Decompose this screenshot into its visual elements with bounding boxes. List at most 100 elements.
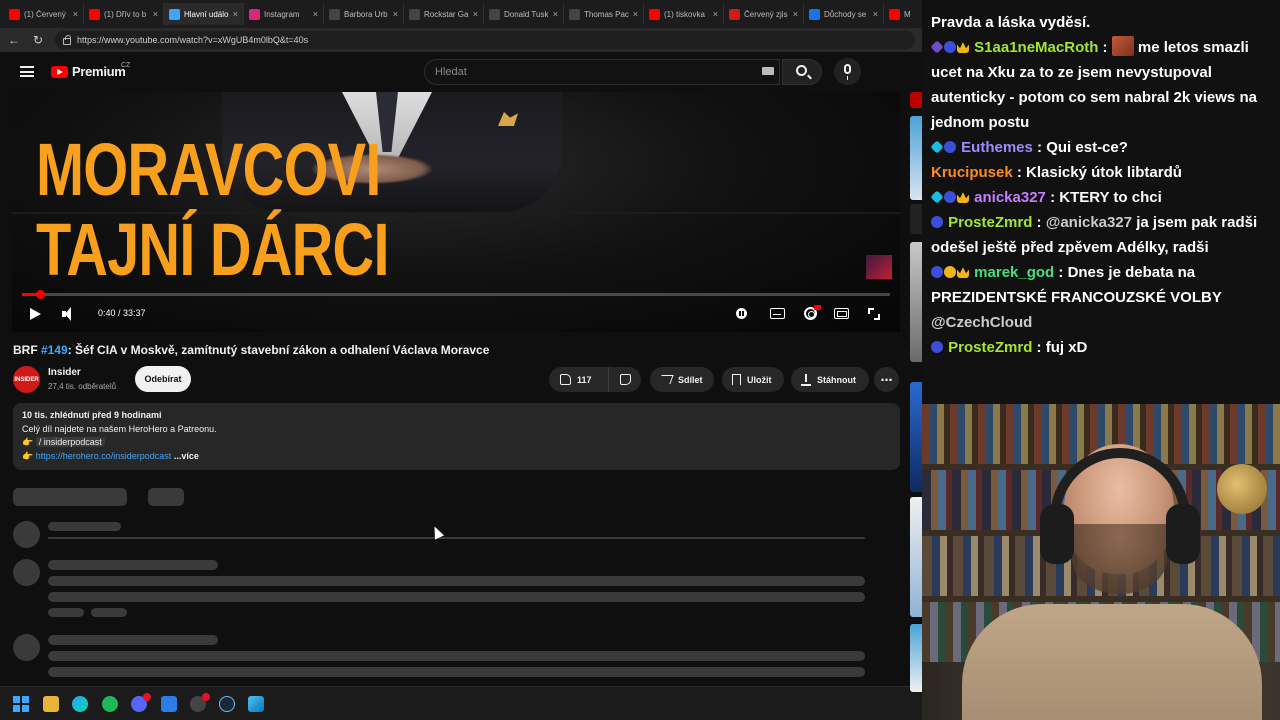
discord-icon[interactable] — [131, 693, 151, 712]
chat-emote-icon — [1111, 36, 1134, 56]
chat-username[interactable]: ProsteZmrd — [948, 339, 1032, 356]
end-screen-thumbnail[interactable] — [866, 255, 892, 279]
tab-close-icon[interactable]: × — [233, 9, 238, 19]
show-more-link[interactable]: ...více — [174, 451, 199, 461]
edge-browser-icon[interactable] — [72, 696, 88, 712]
skeleton-placeholder — [48, 522, 121, 531]
sub-badge-icon — [944, 41, 956, 53]
youtube-icon — [89, 8, 100, 20]
menu-icon[interactable] — [20, 66, 34, 77]
reload-icon[interactable]: ↻ — [31, 33, 45, 47]
progress-scrubber[interactable] — [36, 290, 45, 299]
sub-badge-icon — [931, 266, 943, 278]
tab-close-icon[interactable]: × — [313, 9, 318, 19]
browser-tab[interactable]: M× — [884, 3, 922, 25]
spotify-icon[interactable] — [102, 696, 118, 712]
herohero-link[interactable]: https://herohero.co/insiderpodcast — [36, 451, 172, 461]
obs-icon[interactable] — [190, 693, 210, 712]
youtube-play-icon — [51, 65, 68, 78]
skeleton-avatar — [13, 521, 40, 548]
volume-icon[interactable] — [62, 307, 74, 321]
chat-username[interactable]: marek_god — [974, 264, 1054, 281]
share-button[interactable]: Sdílet — [650, 367, 714, 392]
subscribe-button[interactable]: Odebírat — [135, 366, 191, 392]
chat-text: Pravda a láska vyděsí. — [931, 14, 1091, 31]
autoplay-toggle-icon[interactable] — [736, 308, 747, 319]
browser-tab[interactable]: Instagram × — [244, 3, 324, 25]
site-info-icon[interactable] — [63, 34, 71, 45]
steam-icon[interactable] — [219, 696, 235, 712]
browser-tab[interactable]: (1) Červený × — [4, 3, 84, 25]
description-box[interactable]: 10 tis. zhlédnutí před 9 hodinami Celý d… — [13, 403, 900, 470]
chat-text: KTERY to chci — [1059, 189, 1162, 206]
browser-tab[interactable]: Důchody se × — [804, 3, 884, 25]
tab-close-icon[interactable]: × — [473, 9, 478, 19]
description-line: Celý díl najdete na našem HeroHero a Pat… — [22, 423, 217, 434]
keyboard-icon[interactable] — [762, 67, 774, 75]
skeleton-avatar — [13, 634, 40, 661]
hd-badge — [814, 305, 821, 310]
file-explorer-icon[interactable] — [43, 696, 59, 712]
skeleton-placeholder — [91, 608, 127, 617]
browser-tab[interactable]: (1) tiskovka × — [644, 3, 724, 25]
tab-label: (1) Dřív to b — [104, 9, 147, 19]
like-button[interactable]: 117 — [549, 367, 609, 392]
description-line: 👉 / insiderpodcast — [22, 436, 891, 450]
tab-close-icon[interactable]: × — [793, 9, 798, 19]
browser-tab[interactable]: Thomas Pac × — [564, 3, 644, 25]
chat-mention[interactable]: @CzechCloud — [931, 314, 1032, 331]
snipping-tool-icon[interactable] — [248, 696, 264, 712]
notepad-icon[interactable] — [161, 696, 177, 712]
browser-tab[interactable]: Barbora Urb × — [324, 3, 404, 25]
voice-search-button[interactable] — [834, 58, 861, 85]
tab-close-icon[interactable]: × — [873, 9, 878, 19]
browser-tab[interactable]: Rockstar Ga × — [404, 3, 484, 25]
windows-start-icon[interactable] — [13, 696, 29, 712]
back-arrow-icon[interactable]: ← — [7, 33, 21, 47]
skeleton-placeholder — [48, 560, 218, 570]
tab-close-icon[interactable]: × — [73, 9, 78, 19]
theater-mode-icon[interactable] — [834, 308, 849, 319]
play-icon[interactable] — [30, 308, 41, 320]
num-badge-icon — [944, 266, 956, 278]
search-input[interactable]: Hledat — [424, 59, 780, 85]
browser-tab[interactable]: Donald Tusk × — [484, 3, 564, 25]
browser-tab[interactable]: (1) Dřív to b × — [84, 3, 164, 25]
document-icon — [169, 8, 180, 20]
chat-mention[interactable]: @anicka327 — [1046, 214, 1132, 231]
channel-name[interactable]: Insider — [48, 367, 81, 378]
youtube-logo[interactable]: Premium — [51, 64, 126, 79]
x-icon — [329, 8, 340, 20]
save-button[interactable]: Uložit — [722, 367, 784, 392]
subtitles-icon[interactable] — [770, 308, 785, 319]
tab-close-icon[interactable]: × — [153, 9, 158, 19]
chat-username[interactable]: anicka327 — [974, 189, 1046, 206]
browser-tab[interactable]: Hlavní událo × — [164, 3, 244, 25]
chat-username[interactable]: ProsteZmrd — [948, 214, 1032, 231]
search-button[interactable] — [782, 59, 822, 85]
video-player[interactable]: MORAVCOVI TAJNÍ DÁRCI 0:40 / 33:37 — [12, 92, 900, 332]
social-chip[interactable]: / insiderpodcast — [35, 437, 105, 447]
skeleton-placeholder — [148, 488, 184, 506]
chat-message: Euthemes : Qui est-ce? — [930, 135, 1272, 160]
chat-username[interactable]: Euthemes — [961, 139, 1033, 156]
episode-hashtag[interactable]: #149 — [41, 343, 68, 357]
download-button[interactable]: Stáhnout — [791, 367, 869, 392]
dislike-button[interactable] — [609, 374, 641, 385]
fullscreen-icon[interactable] — [868, 308, 880, 320]
browser-tab[interactable]: Červený zjis × — [724, 3, 804, 25]
video-title: BRF #149: Šéf CIA v Moskvě, zamítnutý st… — [13, 343, 490, 357]
crown-badge-icon — [957, 42, 969, 53]
address-bar[interactable]: https://www.youtube.com/watch?v=xWgUB4m0… — [55, 31, 915, 49]
tab-close-icon[interactable]: × — [553, 9, 558, 19]
chat-username[interactable]: Krucipusek — [931, 164, 1013, 181]
logo-text: Premium — [72, 64, 126, 79]
more-actions-button[interactable]: ⋯ — [874, 367, 899, 392]
tab-close-icon[interactable]: × — [633, 9, 638, 19]
chat-username[interactable]: S1aa1neMacRoth — [974, 39, 1098, 56]
channel-avatar[interactable]: INSIDER — [13, 366, 40, 393]
progress-bar[interactable] — [22, 293, 890, 296]
tab-label: M — [904, 9, 911, 19]
tab-close-icon[interactable]: × — [713, 9, 718, 19]
tab-close-icon[interactable]: × — [393, 9, 398, 19]
